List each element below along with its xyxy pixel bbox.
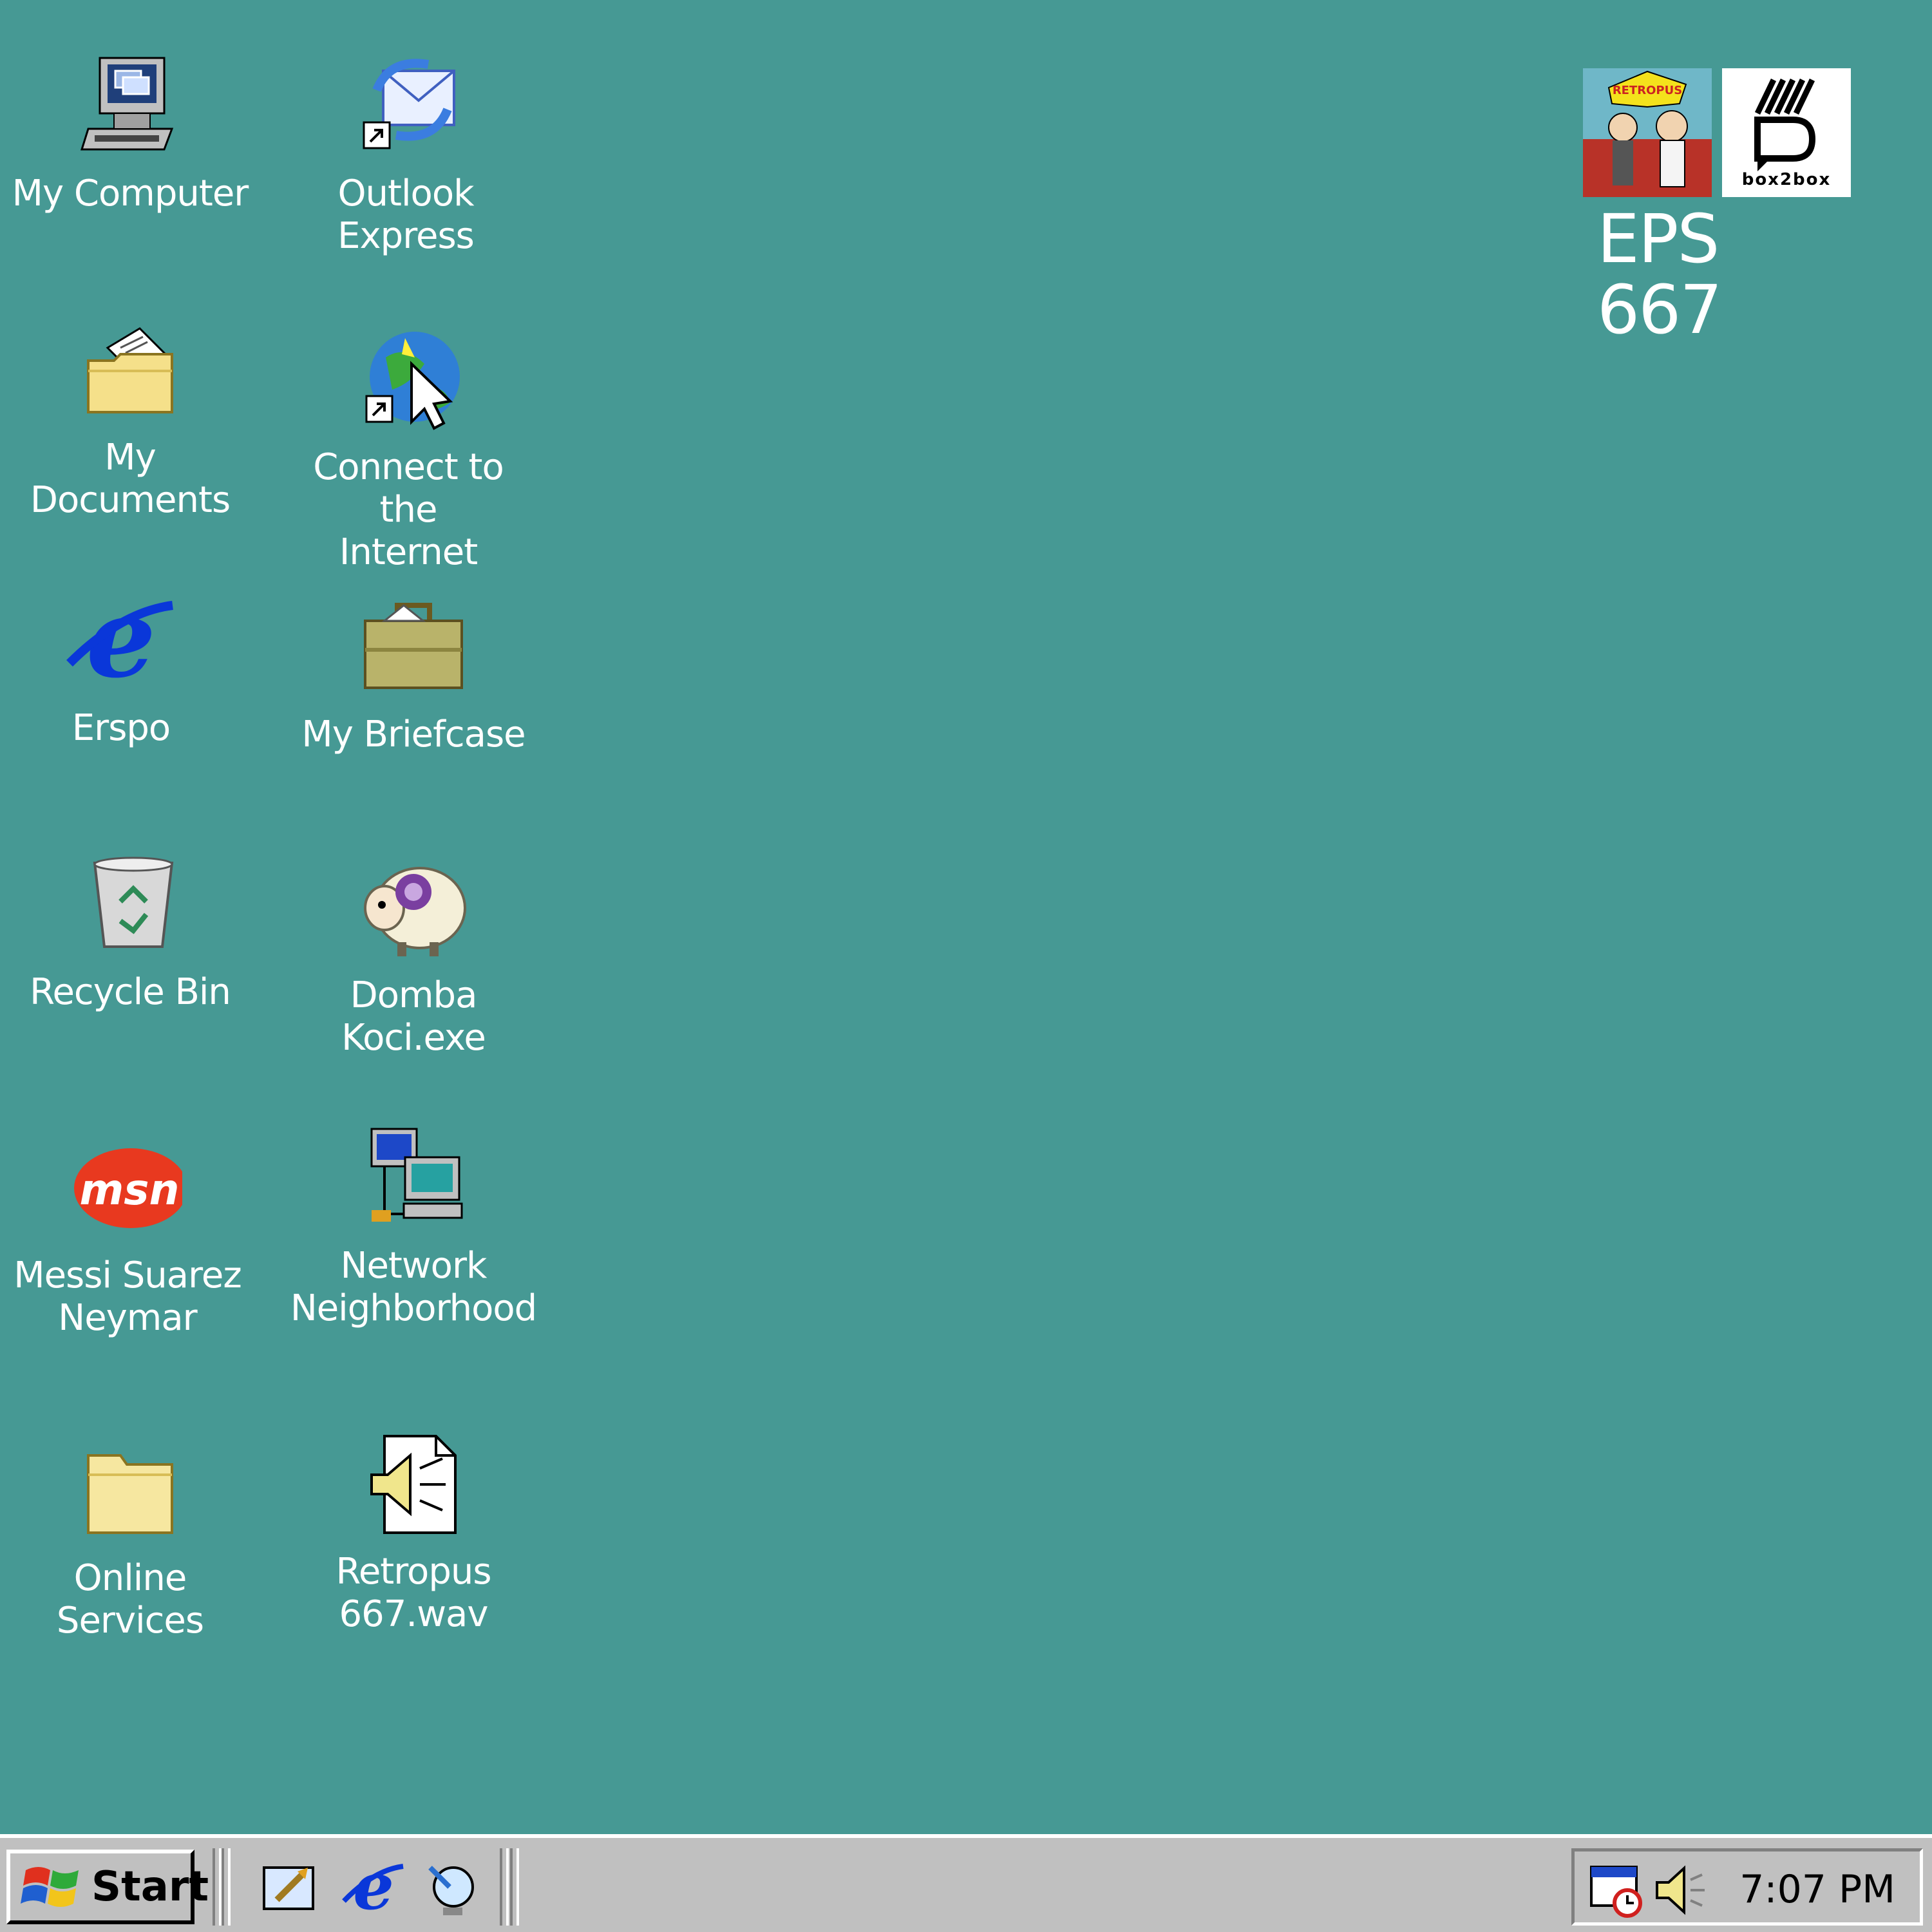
- box2box-wordmark: box2box: [1741, 170, 1832, 189]
- desktop-icon-my-computer[interactable]: My Computer: [1, 52, 259, 215]
- taskbar-separator: [213, 1848, 222, 1926]
- desktop-icon-network-neighborhood[interactable]: Network Neighborhood: [285, 1124, 542, 1330]
- desktop-icon-outlook-express[interactable]: Outlook Express: [277, 52, 535, 258]
- show-desktop-icon[interactable]: [258, 1855, 322, 1919]
- desktop-icon-label: Recycle Bin: [30, 971, 231, 1013]
- desktop-icon-label: Online Services: [56, 1557, 204, 1642]
- volume-icon[interactable]: [1651, 1861, 1710, 1920]
- task-scheduler-icon[interactable]: [1587, 1861, 1647, 1920]
- taskbar: Start e 7:07 PM: [0, 1834, 1932, 1932]
- outlook-express-icon: [351, 52, 460, 161]
- start-label: Start: [91, 1863, 209, 1911]
- sheep-icon: [359, 853, 468, 963]
- desktop-icon-label: My Computer: [12, 173, 249, 214]
- cover-art-thumbnail: RETROPUS: [1583, 68, 1712, 197]
- desktop-icon-online-services[interactable]: Online Services: [1, 1436, 259, 1642]
- internet-explorer-icon[interactable]: e: [341, 1855, 406, 1919]
- desktop-icon-connect-internet[interactable]: Connect to the Internet: [279, 325, 537, 574]
- desktop-icon-label: Erspo: [71, 707, 171, 749]
- msn-icon: msn: [73, 1133, 182, 1243]
- desktop-icon-label: My Documents: [30, 437, 231, 521]
- channels-icon[interactable]: [417, 1855, 482, 1919]
- desktop-icon-domba-koci[interactable]: Domba Koci.exe: [285, 853, 542, 1059]
- desktop-icon-messi-suarez-neymar[interactable]: msn Messi Suarez Neymar: [0, 1133, 256, 1340]
- connect-internet-icon: [354, 325, 463, 435]
- folder-icon: [75, 1436, 185, 1546]
- desktop-icon-my-briefcase[interactable]: My Briefcase: [285, 592, 542, 756]
- clock[interactable]: 7:07 PM: [1739, 1867, 1895, 1912]
- episode-number: EPS 667: [1597, 200, 1723, 349]
- desktop-icon-label: Messi Suarez Neymar: [14, 1255, 242, 1339]
- my-computer-icon: [75, 52, 185, 161]
- wav-file-icon: [359, 1430, 468, 1539]
- desktop[interactable]: My Computer My Documents e Erspo Recycle…: [0, 0, 1932, 1834]
- start-button[interactable]: Start: [6, 1850, 209, 1924]
- internet-explorer-icon: e: [66, 586, 176, 696]
- box2box-logo: box2box: [1722, 68, 1851, 197]
- desktop-icon-label: Retropus 667.wav: [336, 1551, 491, 1635]
- desktop-icon-label: Domba Koci.exe: [341, 974, 486, 1059]
- cover-art-title: RETROPUS: [1613, 84, 1682, 97]
- taskbar-separator: [222, 1848, 231, 1926]
- desktop-icon-label: My Briefcase: [301, 714, 526, 755]
- desktop-icon-label: Network Neighborhood: [290, 1245, 537, 1329]
- desktop-icon-erspo[interactable]: e Erspo: [0, 586, 250, 750]
- briefcase-icon: [359, 592, 468, 702]
- recycle-bin-icon: [75, 850, 185, 960]
- my-documents-icon: [75, 316, 185, 425]
- taskbar-separator: [510, 1848, 519, 1926]
- taskbar-separator: [500, 1848, 509, 1926]
- desktop-icon-my-documents[interactable]: My Documents: [1, 316, 259, 522]
- network-neighborhood-icon: [359, 1124, 468, 1233]
- desktop-icon-label: Outlook Express: [337, 173, 475, 257]
- desktop-icon-label: Connect to the Internet: [313, 446, 504, 573]
- desktop-icon-retropus-wav[interactable]: Retropus 667.wav: [285, 1430, 542, 1636]
- windows-logo-icon: [19, 1861, 84, 1913]
- system-tray: 7:07 PM: [1571, 1848, 1923, 1926]
- svg-text:msn: msn: [79, 1165, 179, 1215]
- desktop-icon-recycle-bin[interactable]: Recycle Bin: [1, 850, 259, 1014]
